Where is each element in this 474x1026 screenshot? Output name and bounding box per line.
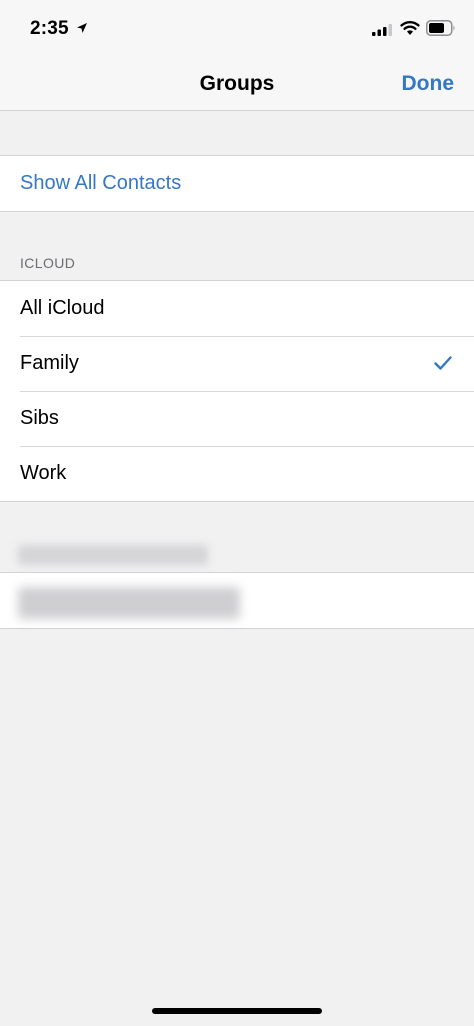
redacted-group-row[interactable] [0,573,474,628]
redacted-section-header [18,545,208,565]
navigation-bar: Groups Done [0,58,474,111]
show-all-group: Show All Contacts [0,155,474,212]
show-all-contacts-row[interactable]: Show All Contacts [0,156,474,211]
show-all-contacts-label: Show All Contacts [20,172,182,194]
icloud-group-list: All iCloud Family Sibs Work [0,280,474,502]
group-row-all-icloud[interactable]: All iCloud [0,281,474,336]
wifi-icon [400,21,420,35]
status-bar: 2:35 [0,0,474,58]
group-label: All iCloud [20,297,105,319]
home-indicator[interactable] [152,1008,322,1014]
done-button[interactable]: Done [402,72,455,96]
group-row-sibs[interactable]: Sibs [0,391,474,446]
checkmark-icon [434,356,452,370]
redacted-group-list [0,572,474,629]
signal-icon [372,24,392,36]
status-time: 2:35 [30,18,69,39]
section-header-icloud: ICLOUD [20,255,76,271]
redacted-group-label [18,587,240,619]
group-row-work[interactable]: Work [0,446,474,501]
group-label: Work [20,462,67,484]
group-label: Family [20,352,79,374]
battery-icon [426,20,455,36]
group-label: Sibs [20,407,59,429]
group-row-family[interactable]: Family [0,336,474,391]
location-icon [77,23,87,33]
